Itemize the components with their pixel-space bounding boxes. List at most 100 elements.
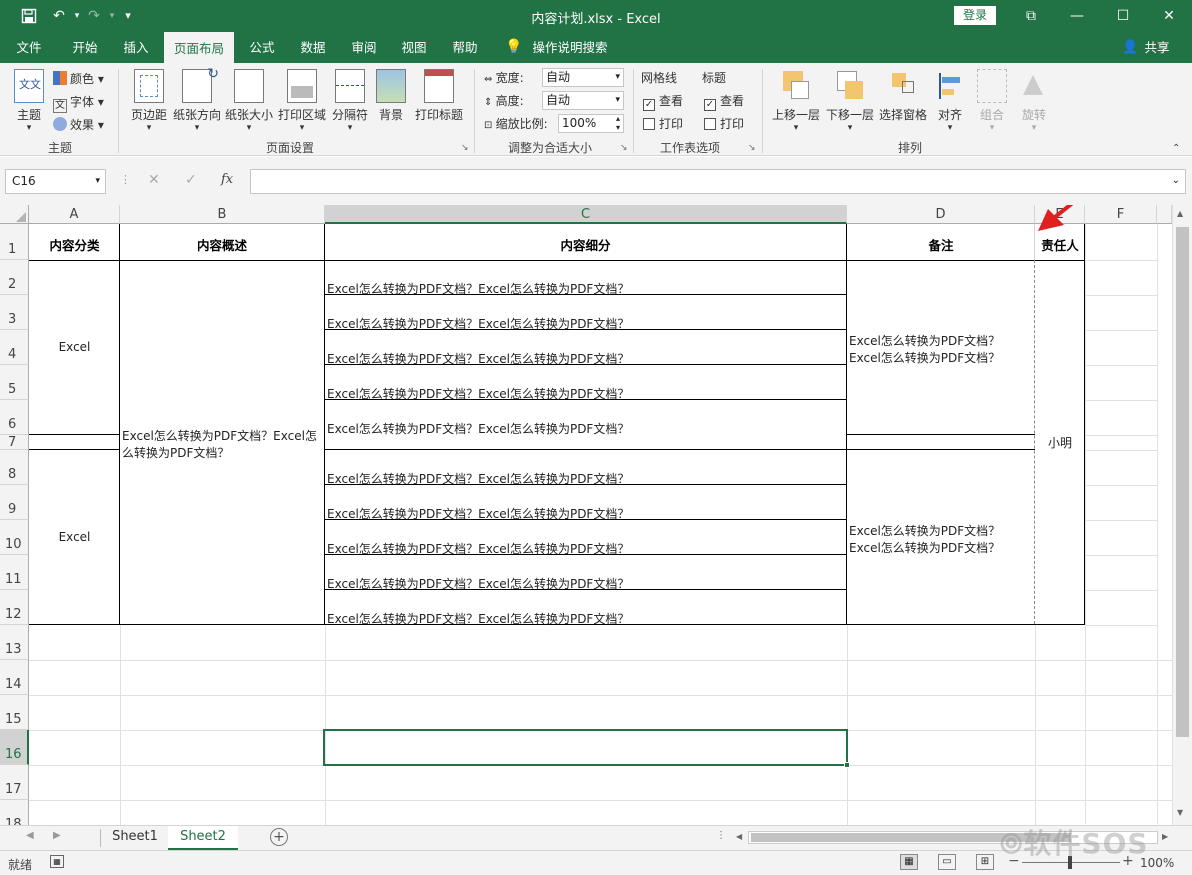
cell-c4[interactable]: Excel怎么转换为PDF文档？Excel怎么转换为PDF文档？ xyxy=(327,350,629,367)
split-handle-icon[interactable]: ⋮ xyxy=(716,830,726,841)
row-header-8[interactable]: 8 xyxy=(0,450,29,485)
cell-c8[interactable]: Excel怎么转换为PDF文档？Excel怎么转换为PDF文档？ xyxy=(327,470,629,487)
header-cell-d[interactable]: 备注 xyxy=(847,235,1035,254)
headings-print-checkbox[interactable]: 打印 xyxy=(704,114,744,134)
formula-input[interactable]: ⌄ xyxy=(250,169,1186,194)
cell-d2-line1[interactable]: Excel怎么转换为PDF文档？ xyxy=(849,332,1000,349)
insert-function-icon[interactable]: fx xyxy=(221,172,233,187)
send-backward-button[interactable]: 下移一层 ▾ xyxy=(824,69,876,133)
cell-c3[interactable]: Excel怎么转换为PDF文档？Excel怎么转换为PDF文档？ xyxy=(327,315,629,332)
row-header-7[interactable]: 7 xyxy=(0,435,29,450)
cell-b2-line2[interactable]: 么转换为PDF文档？ xyxy=(122,444,229,461)
tell-me-search[interactable]: 操作说明搜索 xyxy=(528,32,612,63)
row-header-18[interactable]: 18 xyxy=(0,800,29,825)
cell-d2-line2[interactable]: Excel怎么转换为PDF文档？ xyxy=(849,349,1000,366)
cell-a2[interactable]: Excel xyxy=(30,340,119,354)
ribbon-display-options-icon[interactable]: ⧉ xyxy=(1008,0,1054,32)
dialog-launcher-icon[interactable]: ↘ xyxy=(748,143,756,153)
row-header-4[interactable]: 4 xyxy=(0,330,29,365)
align-button[interactable]: 对齐 ▾ xyxy=(932,69,968,133)
tab-view[interactable]: 视图 xyxy=(392,32,436,63)
width-select[interactable]: 自动 ▾ xyxy=(542,68,624,87)
scale-spinner[interactable]: 100% ▴ ▾ xyxy=(558,114,624,133)
scroll-down-icon[interactable]: ▼ xyxy=(1177,808,1183,817)
cell-d8-line1[interactable]: Excel怎么转换为PDF文档？ xyxy=(849,522,1000,539)
cell-c11[interactable]: Excel怎么转换为PDF文档？Excel怎么转换为PDF文档？ xyxy=(327,575,629,592)
theme-fonts-button[interactable]: 文字体 ▾ xyxy=(53,92,104,113)
prev-sheet-icon[interactable]: ◀ xyxy=(26,830,34,841)
dialog-launcher-icon[interactable]: ↘ xyxy=(461,143,469,153)
row-header-2[interactable]: 2 xyxy=(0,260,29,295)
dialog-launcher-icon[interactable]: ↘ xyxy=(620,143,628,153)
maximize-button[interactable]: ☐ xyxy=(1100,0,1146,32)
share-button[interactable]: 共享 xyxy=(1140,32,1174,63)
name-box[interactable]: C16 ▾ xyxy=(5,169,106,194)
tab-home[interactable]: 开始 xyxy=(62,32,108,63)
column-header-c[interactable]: C xyxy=(325,205,847,224)
vertical-scrollbar[interactable]: ▲ ▼ xyxy=(1172,205,1192,825)
row-header-17[interactable]: 17 xyxy=(0,765,29,800)
tab-help[interactable]: 帮助 xyxy=(443,32,487,63)
minimize-button[interactable]: — xyxy=(1054,0,1100,32)
macro-record-icon[interactable]: ▦ xyxy=(50,855,64,868)
row-header-12[interactable]: 12 xyxy=(0,590,29,625)
tab-data[interactable]: 数据 xyxy=(291,32,335,63)
selection-pane-button[interactable]: 选择窗格 xyxy=(877,69,929,123)
cell-d8-line2[interactable]: Excel怎么转换为PDF文档？ xyxy=(849,539,1000,556)
cell-a8[interactable]: Excel xyxy=(30,530,119,544)
cell-c6[interactable]: Excel怎么转换为PDF文档？Excel怎么转换为PDF文档？ xyxy=(327,420,629,437)
header-cell-a[interactable]: 内容分类 xyxy=(30,235,119,254)
row-header-14[interactable]: 14 xyxy=(0,660,29,695)
tab-file[interactable]: 文件 xyxy=(8,32,50,63)
group-button[interactable]: 组合 ▾ xyxy=(974,69,1010,133)
header-cell-c[interactable]: 内容细分 xyxy=(325,235,846,254)
row-header-5[interactable]: 5 xyxy=(0,365,29,400)
row-header-3[interactable]: 3 xyxy=(0,295,29,330)
next-sheet-icon[interactable]: ▶ xyxy=(53,830,61,841)
scroll-up-icon[interactable]: ▲ xyxy=(1177,209,1183,218)
bring-forward-button[interactable]: 上移一层 ▾ xyxy=(770,69,822,133)
column-header-a[interactable]: A xyxy=(29,205,120,224)
active-cell-c16[interactable] xyxy=(323,729,848,766)
row-header-6[interactable]: 6 xyxy=(0,400,29,435)
cell-c10[interactable]: Excel怎么转换为PDF文档？Excel怎么转换为PDF文档？ xyxy=(327,540,629,557)
fill-handle[interactable] xyxy=(844,762,850,768)
add-sheet-icon[interactable]: + xyxy=(270,828,288,846)
cell-c2[interactable]: Excel怎么转换为PDF文档？Excel怎么转换为PDF文档？ xyxy=(327,280,629,297)
column-header-b[interactable]: B xyxy=(120,205,325,224)
gridlines-view-checkbox[interactable]: ✓ 查看 xyxy=(643,91,683,111)
sheet-tab-sheet2[interactable]: Sheet2 xyxy=(168,826,238,850)
tab-insert[interactable]: 插入 xyxy=(114,32,158,63)
scroll-right-icon[interactable]: ▶ xyxy=(1162,832,1168,841)
normal-view-icon[interactable]: ▦ xyxy=(900,854,918,870)
margins-button[interactable]: 页边距 ▾ xyxy=(128,69,170,133)
cell-b2-line1[interactable]: Excel怎么转换为PDF文档？Excel怎 xyxy=(122,427,317,444)
column-header-d[interactable]: D xyxy=(847,205,1035,224)
row-header-1[interactable]: 1 xyxy=(0,224,29,260)
rotate-button[interactable]: 旋转 ▾ xyxy=(1016,69,1052,133)
scroll-left-icon[interactable]: ◀ xyxy=(736,832,742,841)
gridlines-print-checkbox[interactable]: 打印 xyxy=(643,114,683,134)
print-area-button[interactable]: 打印区域 ▾ xyxy=(276,69,328,133)
headings-view-checkbox[interactable]: ✓ 查看 xyxy=(704,91,744,111)
size-button[interactable]: 纸张大小 ▾ xyxy=(224,69,274,133)
cell-c12[interactable]: Excel怎么转换为PDF文档？Excel怎么转换为PDF文档？ xyxy=(327,610,629,627)
themes-button[interactable]: 文文 主题 ▾ xyxy=(10,69,48,133)
theme-colors-button[interactable]: 颜色 ▾ xyxy=(53,69,104,89)
row-header-16[interactable]: 16 xyxy=(0,730,29,765)
page-break-view-icon[interactable]: ⊞ xyxy=(976,854,994,870)
login-button[interactable]: 登录 xyxy=(954,6,996,25)
height-select[interactable]: 自动 ▾ xyxy=(542,91,624,110)
cell-c5[interactable]: Excel怎么转换为PDF文档？Excel怎么转换为PDF文档？ xyxy=(327,385,629,402)
row-header-15[interactable]: 15 xyxy=(0,695,29,730)
expand-formula-bar-icon[interactable]: ⌄ xyxy=(1172,175,1180,186)
row-header-13[interactable]: 13 xyxy=(0,625,29,660)
sheet-tab-sheet1[interactable]: Sheet1 xyxy=(104,826,166,850)
print-titles-button[interactable]: 打印标题 xyxy=(412,69,466,123)
row-header-11[interactable]: 11 xyxy=(0,555,29,590)
background-button[interactable]: 背景 xyxy=(374,69,408,123)
collapse-ribbon-icon[interactable]: ⌃ xyxy=(1172,143,1180,154)
cell-e2[interactable]: 小明 xyxy=(1035,434,1085,451)
header-cell-b[interactable]: 内容概述 xyxy=(120,235,324,254)
orientation-button[interactable]: ↻ 纸张方向 ▾ xyxy=(172,66,222,133)
